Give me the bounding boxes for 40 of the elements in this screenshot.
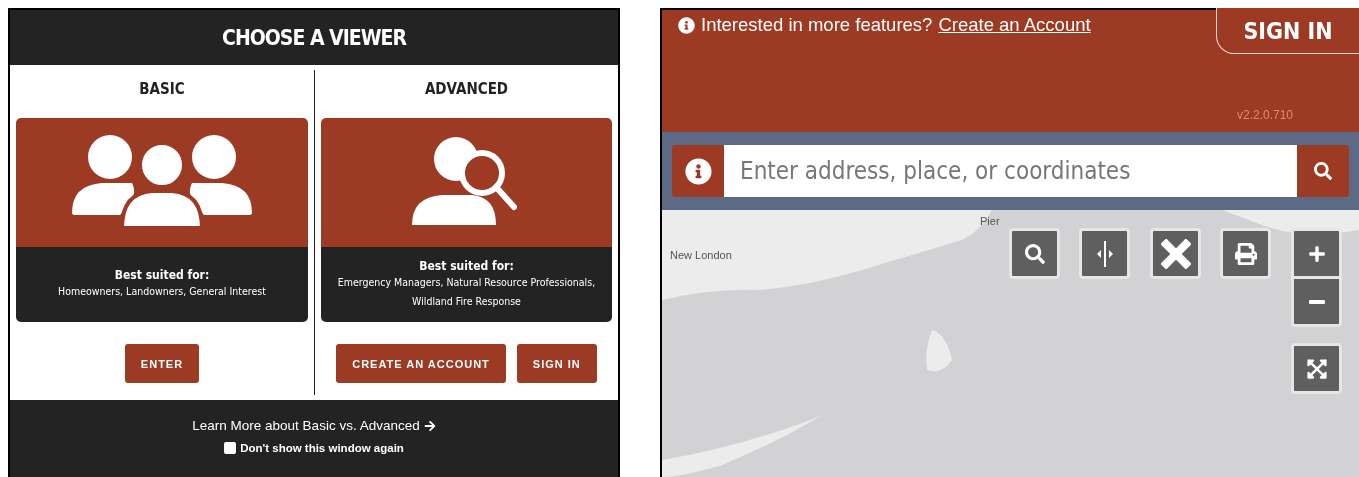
- island: [926, 330, 952, 372]
- audience-text: Homeowners, Landowners, General Interest: [58, 284, 266, 300]
- minus-icon: [1308, 299, 1325, 304]
- viewer-button[interactable]: ENTER: [124, 344, 200, 383]
- zoom-in-button[interactable]: [1291, 228, 1342, 279]
- viewer-button[interactable]: CREATE AN ACCOUNT: [336, 344, 506, 383]
- learn-more-link[interactable]: Learn More about Basic vs. Advanced: [192, 418, 436, 433]
- zoom-out-button[interactable]: [1291, 276, 1342, 327]
- info-icon: [678, 16, 695, 34]
- option-heading: BASIC: [139, 80, 185, 100]
- crossed-tools-icon: [1160, 238, 1191, 269]
- expand-icon: [1305, 357, 1328, 380]
- plus-icon: [1307, 244, 1326, 263]
- print-icon: [1234, 242, 1257, 265]
- print-button[interactable]: [1220, 228, 1271, 279]
- arrow-right-icon: [423, 419, 436, 432]
- search-icon: [1024, 243, 1045, 264]
- search-tool-button[interactable]: [1009, 228, 1060, 279]
- info-button[interactable]: [672, 145, 724, 197]
- info-icon: [684, 157, 712, 185]
- version-text: v2.2.0.710: [1236, 108, 1293, 122]
- viewer-button[interactable]: SIGN IN: [516, 344, 597, 383]
- map-label: New London: [670, 249, 732, 261]
- search-field[interactable]: Enter address, place, or coordinates: [724, 145, 1297, 197]
- banner-text: Interested in more features?: [701, 14, 933, 36]
- best-suited-label: Best suited for:: [419, 258, 514, 273]
- create-account-link[interactable]: Create an Account: [938, 14, 1091, 36]
- dialog-title: CHOOSE A VIEWER: [221, 24, 408, 52]
- option-heading: ADVANCED: [424, 80, 509, 100]
- search-icon: [1314, 162, 1332, 180]
- audience-text: Emergency Managers, Natural Resource Professionals, Wildland Fire Response: [336, 274, 597, 309]
- best-suited-label: Best suited for:: [114, 268, 210, 283]
- checkbox[interactable]: [224, 442, 237, 454]
- swipe-tool-button[interactable]: [1079, 228, 1130, 279]
- checkbox-label: Don't show this window again: [240, 442, 404, 454]
- measure-tool-button[interactable]: [1150, 228, 1201, 279]
- search-button[interactable]: [1297, 145, 1349, 197]
- fullscreen-button[interactable]: [1291, 343, 1342, 394]
- sign-in-button[interactable]: SIGN IN: [1216, 8, 1359, 54]
- map-label: Pier: [980, 215, 1000, 227]
